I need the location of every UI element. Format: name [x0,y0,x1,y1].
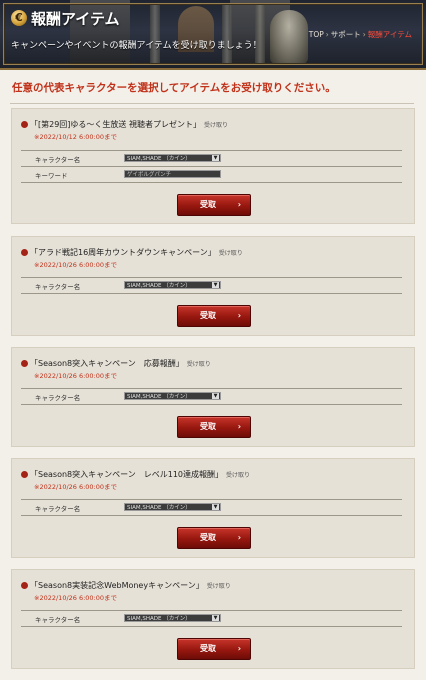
chevron-down-icon: ▼ [212,393,219,399]
breadcrumb-top-link[interactable]: TOP [309,30,324,39]
claim-button[interactable]: 受取 › [177,527,251,549]
campaign-suffix: 受け取り [206,583,231,590]
campaign-suffix: 受け取り [218,250,243,257]
character-select[interactable]: SIAM,SHADE （カイン） ▼ [124,281,221,289]
campaign-title: 「アラド戦記16周年カウントダウンキャンペーン」 受け取り [21,247,243,258]
character-row: キャラクター名 SIAM,SHADE （カイン） ▼ [21,277,402,294]
keyword-input[interactable]: ゲイボルグパンチ [124,170,221,178]
character-row: キャラクター名 SIAM,SHADE （カイン） ▼ [21,150,402,166]
claim-button-label: 受取 [200,644,216,653]
keyword-row: キーワード ゲイボルグパンチ [21,166,402,183]
chevron-down-icon: ▼ [212,504,219,510]
campaign-deadline: ※2022/10/12 6:00:00まで [34,133,118,141]
claim-button[interactable]: 受取 › [177,416,251,438]
character-row: キャラクター名 SIAM,SHADE （カイン） ▼ [21,499,402,516]
claim-button-label: 受取 [200,422,216,431]
campaign-title: 「Season8突入キャンペーン 応募報酬」 受け取り [21,358,211,369]
character-row: キャラクター名 SIAM,SHADE （カイン） ▼ [21,388,402,405]
breadcrumb-current: 報酬アイテム [367,30,412,39]
bullet-icon [21,121,28,128]
campaign-title-text: 「Season8実装記念WebMoneyキャンペーン」 [30,581,204,590]
campaign-deadline: ※2022/10/26 6:00:00まで [34,372,118,380]
claim-button[interactable]: 受取 › [177,194,251,216]
chevron-down-icon: ▼ [212,155,219,161]
character-select-value: SIAM,SHADE （カイン） [127,283,191,289]
campaign-deadline: ※2022/10/26 6:00:00まで [34,594,118,602]
character-select-value: SIAM,SHADE （カイン） [127,156,191,162]
character-select-value: SIAM,SHADE （カイン） [127,616,191,622]
chevron-right-icon: › [237,644,241,653]
divider [10,103,414,104]
campaign-title-text: 「Season8突入キャンペーン レベル110達成報酬」 [30,470,223,479]
breadcrumb-support-link[interactable]: サポート [331,30,361,39]
page-subtitle: キャンペーンやイベントの報酬アイテムを受け取りましょう！ [11,41,262,51]
campaign-title-text: 「[第29回]ゆる～く生放送 視聴者プレゼント」 [30,120,201,129]
chevron-right-icon: › [237,533,241,542]
claim-button-label: 受取 [200,533,216,542]
breadcrumb-separator-icon: › [362,30,366,39]
character-select[interactable]: SIAM,SHADE （カイン） ▼ [124,392,221,400]
campaign-card: 「Season8実装記念WebMoneyキャンペーン」 受け取り ※2022/10… [11,569,415,669]
character-select-value: SIAM,SHADE （カイン） [127,394,191,400]
character-label: キャラクター名 [35,283,81,291]
chevron-down-icon: ▼ [212,615,219,621]
campaign-title: 「Season8実装記念WebMoneyキャンペーン」 受け取り [21,580,231,591]
chevron-right-icon: › [237,311,241,320]
bullet-icon [21,249,28,256]
chevron-right-icon: › [237,422,241,431]
character-select[interactable]: SIAM,SHADE （カイン） ▼ [124,154,221,162]
campaign-title: 「[第29回]ゆる～く生放送 視聴者プレゼント」 受け取り [21,119,228,130]
reward-coin-icon: € [11,10,27,26]
instruction-text: 任意の代表キャラクターを選択してアイテムをお受け取りください。 [12,82,336,94]
campaign-form: キャラクター名 SIAM,SHADE （カイン） ▼ [21,277,402,294]
campaign-suffix: 受け取り [186,361,211,368]
keyword-label: キーワード [35,172,68,180]
main-content: 任意の代表キャラクターを選択してアイテムをお受け取りください。 [10,72,414,104]
campaign-deadline: ※2022/10/26 6:00:00まで [34,483,118,491]
campaign-card: 「[第29回]ゆる～く生放送 視聴者プレゼント」 受け取り ※2022/10/12… [11,108,415,224]
character-label: キャラクター名 [35,394,81,402]
campaign-card: 「アラド戦記16周年カウントダウンキャンペーン」 受け取り ※2022/10/26… [11,236,415,336]
campaign-title-text: 「アラド戦記16周年カウントダウンキャンペーン」 [30,248,216,257]
campaign-form: キャラクター名 SIAM,SHADE （カイン） ▼ キーワード ゲイボルグパン… [21,150,402,183]
claim-button-label: 受取 [200,311,216,320]
character-label: キャラクター名 [35,156,81,164]
character-select-value: SIAM,SHADE （カイン） [127,505,191,511]
campaign-form: キャラクター名 SIAM,SHADE （カイン） ▼ [21,610,402,627]
campaign-title-text: 「Season8突入キャンペーン 応募報酬」 [30,359,184,368]
claim-button[interactable]: 受取 › [177,638,251,660]
page-header: € 報酬アイテム キャンペーンやイベントの報酬アイテムを受け取りましょう！ TO… [0,0,426,70]
campaign-suffix: 受け取り [226,472,251,479]
character-label: キャラクター名 [35,505,81,513]
character-row: キャラクター名 SIAM,SHADE （カイン） ▼ [21,610,402,627]
character-select[interactable]: SIAM,SHADE （カイン） ▼ [124,503,221,511]
bullet-icon [21,360,28,367]
campaign-title: 「Season8突入キャンペーン レベル110達成報酬」 受け取り [21,469,250,480]
campaign-deadline: ※2022/10/26 6:00:00まで [34,261,118,269]
breadcrumb: TOP › サポート › 報酬アイテム [309,29,412,40]
campaign-card: 「Season8突入キャンペーン 応募報酬」 受け取り ※2022/10/26 6… [11,347,415,447]
chevron-down-icon: ▼ [212,282,219,288]
campaign-form: キャラクター名 SIAM,SHADE （カイン） ▼ [21,499,402,516]
campaign-card: 「Season8突入キャンペーン レベル110達成報酬」 受け取り ※2022/1… [11,458,415,558]
bullet-icon [21,471,28,478]
claim-button[interactable]: 受取 › [177,305,251,327]
bullet-icon [21,582,28,589]
breadcrumb-separator-icon: › [325,30,329,39]
character-label: キャラクター名 [35,616,81,624]
character-select[interactable]: SIAM,SHADE （カイン） ▼ [124,614,221,622]
chevron-right-icon: › [237,200,241,209]
campaign-form: キャラクター名 SIAM,SHADE （カイン） ▼ [21,388,402,405]
campaign-suffix: 受け取り [203,122,228,129]
claim-button-label: 受取 [200,200,216,209]
page-title: 報酬アイテム [31,10,120,28]
